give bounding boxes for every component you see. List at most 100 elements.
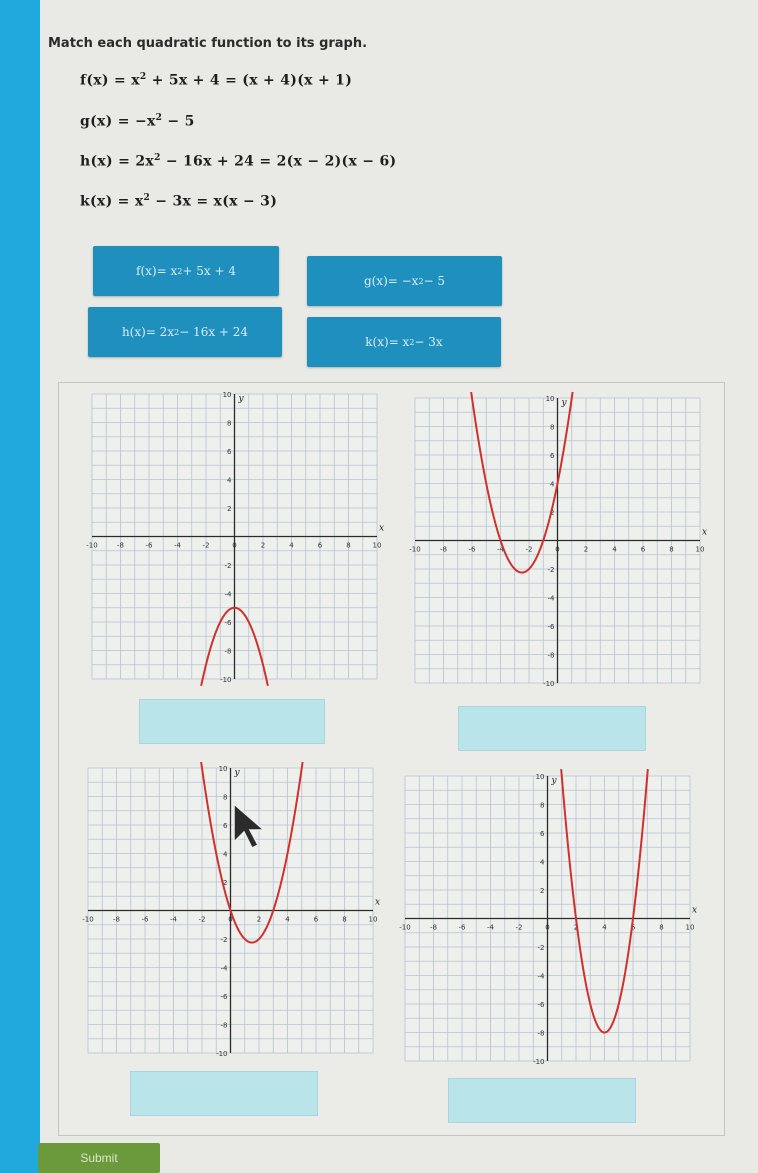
x-tick-label: 4 xyxy=(285,916,290,924)
x-tick-label: -8 xyxy=(430,924,437,932)
x-tick-label: -4 xyxy=(487,924,495,932)
drop-zone-4[interactable] xyxy=(448,1078,636,1123)
x-tick-label: -2 xyxy=(516,924,523,932)
drag-tile-k[interactable]: k(x) = x2 − 3x xyxy=(307,317,501,367)
x-tick-label: 0 xyxy=(545,924,549,932)
graph-1: x y -10 -8 -6 -4 -2 0 2 4 6 8 10 10 8 6 4 2 -2 -4 -6 -8 -10 xyxy=(86,391,384,686)
y-tick-label: -8 xyxy=(225,648,232,656)
y-tick-label: 10 xyxy=(536,773,545,781)
x-tick-label: 10 xyxy=(369,916,378,924)
y-tick-label: 10 xyxy=(546,395,555,403)
x-tick-label: 0 xyxy=(232,542,236,550)
y-tick-label: 4 xyxy=(540,859,545,867)
sidebar xyxy=(0,0,40,1173)
drag-tile-f[interactable]: f(x) = x2 + 5x + 4 xyxy=(93,246,279,296)
submit-button[interactable]: Submit xyxy=(38,1143,160,1173)
y-tick-label: 6 xyxy=(227,448,232,456)
y-tick-label: -4 xyxy=(225,591,233,599)
y-tick-label: 2 xyxy=(540,887,544,895)
y-tick-label: -10 xyxy=(543,680,554,688)
y-tick-label: 6 xyxy=(550,452,555,460)
y-tick-label: 4 xyxy=(227,477,232,485)
y-tick-label: 8 xyxy=(550,424,554,432)
y-axis-label: y xyxy=(238,394,245,404)
y-tick-label: 8 xyxy=(227,420,231,428)
equation-g: g(x) = −x2 − 5 xyxy=(80,113,195,130)
y-tick-label: -10 xyxy=(220,676,231,684)
x-tick-label: -8 xyxy=(113,916,120,924)
x-tick-label: -10 xyxy=(86,542,97,550)
x-tick-label: -8 xyxy=(440,546,447,554)
x-axis-label: x xyxy=(692,906,697,916)
x-tick-label: 8 xyxy=(669,546,673,554)
y-tick-label: 4 xyxy=(223,851,228,859)
x-tick-label: 6 xyxy=(641,546,646,554)
x-axis-label: x xyxy=(379,524,384,534)
y-tick-label: -8 xyxy=(538,1030,545,1038)
y-axis-label: y xyxy=(561,398,568,408)
y-tick-label: -6 xyxy=(221,993,229,1001)
y-tick-label: 6 xyxy=(223,822,228,830)
equation-f: f(x) = x2 + 5x + 4 = (x + 4)(x + 1) xyxy=(80,72,353,89)
drag-tile-g[interactable]: g(x) = −x 2 − 5 xyxy=(307,256,502,306)
y-tick-label: -8 xyxy=(221,1022,228,1030)
x-axis-label: x xyxy=(375,898,380,908)
x-tick-label: 6 xyxy=(318,542,323,550)
y-tick-label: -4 xyxy=(548,595,556,603)
mouse-cursor-icon xyxy=(233,802,267,850)
x-tick-label: -4 xyxy=(174,542,182,550)
x-tick-label: -2 xyxy=(199,916,206,924)
y-tick-label: -2 xyxy=(548,566,555,574)
x-tick-label: -10 xyxy=(409,546,420,554)
y-axis-label: y xyxy=(234,768,241,778)
x-tick-label: 10 xyxy=(696,546,705,554)
x-tick-label: -6 xyxy=(146,542,154,550)
x-tick-label: 10 xyxy=(686,924,695,932)
drag-tile-h[interactable]: h(x) = 2x 2 − 16x + 24 xyxy=(88,307,282,357)
question-prompt: Match each quadratic function to its gra… xyxy=(48,36,368,51)
x-tick-label: 4 xyxy=(612,546,617,554)
x-tick-label: 8 xyxy=(659,924,663,932)
equation-k: k(x) = x2 − 3x = x(x − 3) xyxy=(80,193,278,210)
y-tick-label: 8 xyxy=(223,794,227,802)
x-tick-label: 8 xyxy=(346,542,350,550)
y-tick-label: -10 xyxy=(216,1050,227,1058)
x-tick-label: -2 xyxy=(203,542,210,550)
x-tick-label: -4 xyxy=(170,916,178,924)
x-tick-label: 6 xyxy=(314,916,319,924)
equation-h: h(x) = 2x2 − 16x + 24 = 2(x − 2)(x − 6) xyxy=(80,153,397,170)
drop-zone-1[interactable] xyxy=(139,699,325,744)
x-tick-label: 2 xyxy=(261,542,265,550)
y-tick-label: -4 xyxy=(221,965,229,973)
graph-3: xy-10 -8 -6 -4 -2 0 2 4 6 8 10108642-2-4-6-8-10 xyxy=(82,761,380,1058)
y-axis-label: y xyxy=(551,776,558,786)
y-tick-label: -6 xyxy=(225,619,233,627)
x-tick-label: -8 xyxy=(117,542,124,550)
x-tick-label: -6 xyxy=(459,924,467,932)
x-tick-label: 8 xyxy=(342,916,346,924)
x-tick-label: 4 xyxy=(602,924,607,932)
y-tick-label: 2 xyxy=(227,505,231,513)
y-tick-label: 10 xyxy=(223,391,232,399)
y-tick-label: -4 xyxy=(538,973,546,981)
graph-2: xy-10 -8 -6 -4 -2 0 2 4 6 8 10108642-2-4-6-8-10 xyxy=(409,391,707,688)
y-tick-label: -2 xyxy=(221,936,228,944)
graph-4: xy-10 -8 -6 -4 -2 0 2 4 6 8 10108642-2-4-6-8-10 xyxy=(399,769,697,1066)
y-tick-label: -2 xyxy=(225,562,232,570)
y-tick-label: 10 xyxy=(219,765,228,773)
x-tick-label: -2 xyxy=(526,546,533,554)
x-axis-label: x xyxy=(702,528,707,538)
y-tick-label: -10 xyxy=(533,1058,544,1066)
x-tick-label: 2 xyxy=(257,916,261,924)
y-tick-label: -8 xyxy=(548,652,555,660)
y-tick-label: 4 xyxy=(550,481,555,489)
x-tick-label: 10 xyxy=(373,542,382,550)
x-tick-label: -6 xyxy=(142,916,150,924)
x-tick-label: -10 xyxy=(82,916,93,924)
y-tick-label: -2 xyxy=(538,944,545,952)
y-tick-label: 6 xyxy=(540,830,545,838)
drop-zone-2[interactable] xyxy=(458,706,646,751)
y-tick-label: 8 xyxy=(540,802,544,810)
y-tick-label: -6 xyxy=(548,623,556,631)
drop-zone-3[interactable] xyxy=(130,1071,318,1116)
